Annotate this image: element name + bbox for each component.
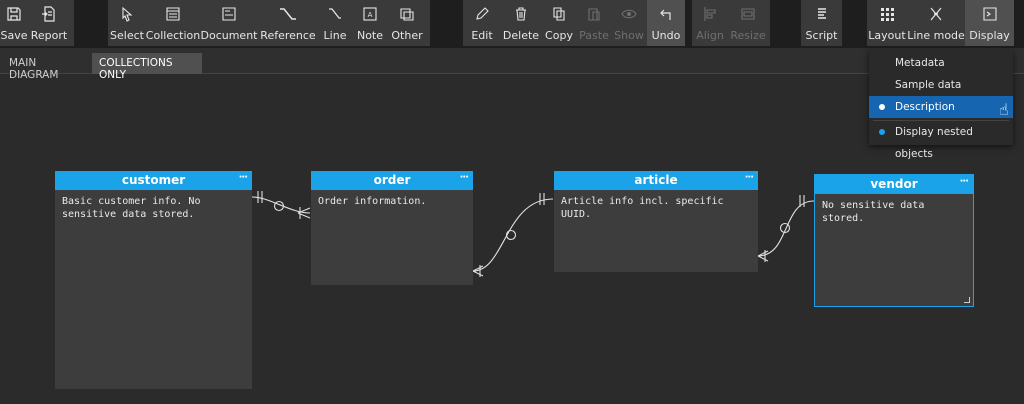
script-icon — [813, 5, 831, 23]
checked-dot-icon — [879, 129, 885, 135]
relationship-order-article — [472, 198, 554, 272]
entity-title: order — [373, 173, 411, 187]
toolbar: Save Report Select Collection Document R… — [0, 0, 1024, 48]
entity-description: Article info incl. specific UUID. — [561, 196, 724, 220]
menu-item-description[interactable]: Description — [869, 96, 1013, 118]
more-icon[interactable]: ··· — [239, 171, 248, 185]
eye-icon — [620, 5, 638, 23]
more-icon[interactable]: ··· — [745, 171, 754, 185]
collection-icon — [164, 5, 182, 23]
resize-handle[interactable] — [964, 297, 970, 303]
collection-button[interactable]: Collection — [146, 0, 200, 46]
relationship-article-vendor — [757, 200, 815, 257]
hand-pointer-icon: ☝ — [999, 100, 1009, 119]
toolbar-group-file: Save Report — [0, 0, 74, 46]
entity-title: article — [634, 173, 678, 187]
checked-dot-icon — [879, 104, 885, 110]
entity-description: Order information. — [318, 196, 427, 207]
tab-main-diagram[interactable]: MAIN DIAGRAM — [2, 53, 91, 81]
more-icon[interactable]: ··· — [960, 175, 969, 189]
menu-item-metadata[interactable]: Metadata — [869, 52, 1013, 74]
entity-customer[interactable]: customer ··· Basic customer info. No sen… — [55, 171, 252, 389]
toolbar-group-edit: Edit Delete Copy Paste Show Undo — [463, 0, 685, 46]
paste-icon — [585, 5, 603, 23]
delete-button[interactable]: Delete — [501, 0, 541, 46]
report-icon — [40, 5, 58, 23]
entity-header[interactable]: order ··· — [311, 171, 473, 190]
entity-header[interactable]: customer ··· — [55, 171, 252, 190]
save-button[interactable]: Save — [0, 0, 28, 46]
display-dropdown: Metadata Sample data Description Display… — [869, 49, 1013, 160]
line-icon — [326, 5, 344, 23]
undo-button[interactable]: Undo — [647, 0, 685, 46]
note-icon: A — [361, 5, 379, 23]
align-icon — [701, 5, 719, 23]
entity-header[interactable]: vendor ··· — [815, 175, 973, 194]
undo-icon — [657, 5, 675, 23]
entity-header[interactable]: article ··· — [554, 171, 758, 190]
entity-vendor[interactable]: vendor ··· No sensitive data stored. — [814, 174, 974, 307]
resize-icon — [739, 5, 757, 23]
edit-button[interactable]: Edit — [463, 0, 501, 46]
reference-icon — [279, 5, 297, 23]
more-icon[interactable]: ··· — [460, 171, 469, 185]
toolbar-group-view: Layout Line mode Display — [867, 0, 1014, 46]
show-button[interactable]: Show — [611, 0, 647, 46]
menu-item-display-nested-objects[interactable]: Display nested objects — [869, 121, 1013, 160]
tab-collections-only[interactable]: COLLECTIONS ONLY — [92, 53, 202, 81]
svg-text:A: A — [368, 11, 373, 19]
display-button[interactable]: Display — [965, 0, 1014, 46]
reference-button[interactable]: Reference — [258, 0, 318, 46]
entity-description: Basic customer info. No sensitive data s… — [62, 196, 201, 220]
other-icon — [398, 5, 416, 23]
other-button[interactable]: Other — [388, 0, 426, 46]
entity-order[interactable]: order ··· Order information. — [311, 171, 473, 285]
trash-icon — [512, 5, 530, 23]
script-button[interactable]: Script — [801, 0, 842, 46]
entity-title: customer — [121, 173, 186, 187]
resize-button[interactable]: Resize — [728, 0, 768, 46]
select-button[interactable]: Select — [108, 0, 146, 46]
pencil-icon — [473, 5, 491, 23]
cardinality-optional-mark — [505, 229, 517, 241]
paste-button[interactable]: Paste — [577, 0, 611, 46]
cardinality-one-mark — [257, 191, 263, 203]
note-button[interactable]: A Note — [352, 0, 388, 46]
document-button[interactable]: Document — [200, 0, 258, 46]
cursor-icon — [118, 5, 136, 23]
align-button[interactable]: Align — [692, 0, 728, 46]
menu-item-sample-data[interactable]: Sample data — [869, 74, 1013, 96]
toolbar-group-arrange: Align Resize — [692, 0, 770, 46]
toolbar-group-insert: Select Collection Document Reference Lin… — [108, 0, 430, 46]
cardinality-one-mark — [539, 193, 545, 205]
document-icon — [220, 5, 238, 23]
line-mode-button[interactable]: Line mode — [907, 0, 965, 46]
copy-icon — [550, 5, 568, 23]
entity-title: vendor — [870, 177, 918, 191]
save-icon — [5, 5, 23, 23]
layout-button[interactable]: Layout — [867, 0, 907, 46]
report-button[interactable]: Report — [28, 0, 70, 46]
entity-article[interactable]: article ··· Article info incl. specific … — [554, 171, 758, 272]
copy-button[interactable]: Copy — [541, 0, 577, 46]
toolbar-group-script: Script — [801, 0, 842, 46]
line-button[interactable]: Line — [318, 0, 352, 46]
entity-description: No sensitive data stored. — [822, 200, 925, 224]
line-mode-icon — [927, 5, 945, 23]
display-icon — [981, 5, 999, 23]
layout-icon — [878, 5, 896, 23]
